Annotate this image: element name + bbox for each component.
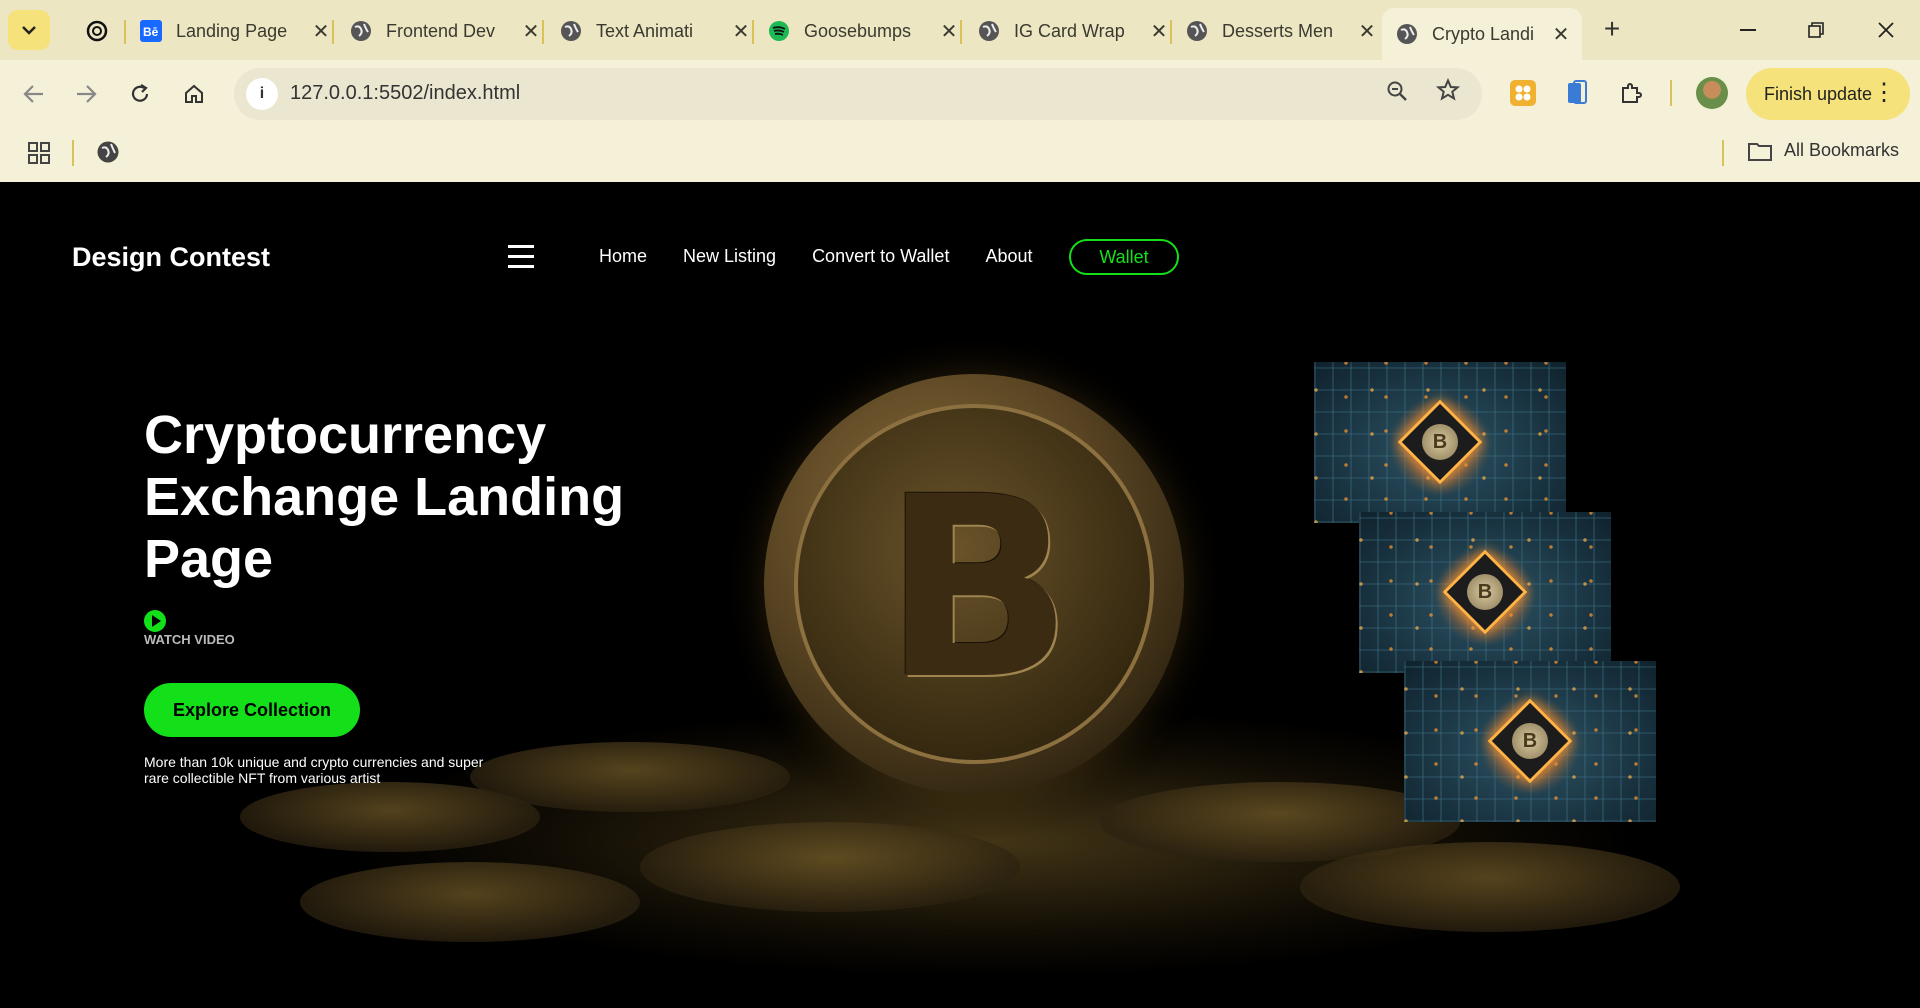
tab-text-animation[interactable]: Text Animati ✕ xyxy=(546,8,752,54)
bitcoin-symbol: B xyxy=(882,442,1074,734)
explore-collection-button[interactable]: Explore Collection xyxy=(144,683,360,737)
globe-icon xyxy=(350,20,372,42)
bookmarks-bar: All Bookmarks xyxy=(0,128,1920,182)
bitcoin-coin-face: B xyxy=(794,404,1154,764)
chatgpt-icon xyxy=(86,20,108,42)
close-icon[interactable]: ✕ xyxy=(1148,20,1170,43)
tab-title: Goosebumps xyxy=(804,20,912,41)
url-text[interactable]: 127.0.0.1:5502/index.html xyxy=(290,82,520,105)
close-window-icon[interactable] xyxy=(1864,12,1908,48)
watch-video-link[interactable]: WATCH VIDEO xyxy=(144,632,235,647)
extensions-puzzle-icon[interactable] xyxy=(1616,78,1646,108)
close-icon[interactable]: ✕ xyxy=(1356,20,1378,43)
globe-icon xyxy=(560,20,582,42)
site-info-icon[interactable]: i xyxy=(246,78,278,110)
tab-title: Desserts Men xyxy=(1222,20,1334,41)
play-icon[interactable] xyxy=(144,610,166,632)
tab-frontend-dev[interactable]: Frontend Dev ✕ xyxy=(336,8,542,54)
crypto-chip-image: B xyxy=(1404,661,1656,822)
wallet-button[interactable]: Wallet xyxy=(1069,239,1179,275)
nav-convert-to-wallet[interactable]: Convert to Wallet xyxy=(812,246,949,267)
reload-icon[interactable] xyxy=(122,76,158,112)
all-bookmarks-label: All Bookmarks xyxy=(1784,140,1900,160)
hero-title: Cryptocurrency Exchange Landing Page xyxy=(144,405,625,589)
tab-crypto-landing[interactable]: Crypto Landi ✕ xyxy=(1382,8,1582,60)
close-icon[interactable]: ✕ xyxy=(310,20,332,43)
bitcoin-symbol: B xyxy=(1467,574,1503,610)
close-icon[interactable]: ✕ xyxy=(1550,23,1572,46)
minimize-icon[interactable] xyxy=(1726,12,1770,48)
bitcoin-coin-image: B xyxy=(764,374,1184,794)
device-mirror-icon[interactable] xyxy=(1562,78,1592,108)
bookmark-star-icon[interactable] xyxy=(1435,77,1461,109)
background-coin xyxy=(1300,842,1680,932)
globe-icon xyxy=(978,20,1000,42)
tab-title: Frontend Dev xyxy=(386,20,496,41)
kebab-menu-icon[interactable]: ⋮ xyxy=(1872,78,1896,108)
tab-ig-card[interactable]: IG Card Wrap ✕ xyxy=(964,8,1170,54)
nav-home[interactable]: Home xyxy=(599,246,647,267)
globe-icon xyxy=(1186,20,1208,42)
home-icon[interactable] xyxy=(176,76,212,112)
tab-landing-page[interactable]: Bē Landing Page ✕ xyxy=(126,8,332,54)
main-nav: Home New Listing Convert to Wallet About xyxy=(599,246,1069,267)
new-tab-button[interactable]: + xyxy=(1596,14,1628,46)
tab-separator xyxy=(332,20,334,44)
browser-chrome: Bē Landing Page ✕ Frontend Dev ✕ Text An… xyxy=(0,0,1920,182)
finish-update-label: Finish update xyxy=(1764,83,1873,104)
crypto-chip-image: B xyxy=(1314,362,1566,523)
svg-text:Bē: Bē xyxy=(143,25,159,39)
site-brand[interactable]: Design Contest xyxy=(72,242,270,273)
hero-description: More than 10k unique and crypto currenci… xyxy=(144,754,484,786)
tab-chatgpt[interactable] xyxy=(72,8,122,54)
tab-title: IG Card Wrap xyxy=(1014,20,1125,41)
nav-about[interactable]: About xyxy=(985,246,1032,267)
zoom-icon[interactable] xyxy=(1386,80,1408,108)
tab-search-button[interactable] xyxy=(8,10,50,50)
folder-icon xyxy=(1748,141,1772,161)
tab-separator xyxy=(960,20,962,44)
toolbar: i 127.0.0.1:5502/index.html Finish updat… xyxy=(0,60,1920,128)
spotify-icon xyxy=(768,20,790,42)
globe-icon xyxy=(1396,23,1418,45)
tab-desserts-menu[interactable]: Desserts Men ✕ xyxy=(1172,8,1378,54)
globe-icon[interactable] xyxy=(96,140,120,164)
restore-icon[interactable] xyxy=(1794,12,1838,48)
bitcoin-symbol: B xyxy=(1422,424,1458,460)
tab-title: Crypto Landi xyxy=(1432,23,1535,44)
apps-grid-icon[interactable] xyxy=(26,140,52,166)
profile-avatar[interactable] xyxy=(1696,77,1728,109)
tab-title: Text Animati xyxy=(596,20,694,41)
tab-title: Landing Page xyxy=(176,20,288,41)
all-bookmarks-button[interactable]: All Bookmarks xyxy=(1748,140,1899,161)
address-bar[interactable]: i 127.0.0.1:5502/index.html xyxy=(234,68,1482,120)
background-coin xyxy=(470,742,790,812)
toolbar-separator xyxy=(1670,80,1672,106)
forward-icon[interactable] xyxy=(68,76,104,112)
chevron-down-icon xyxy=(22,26,36,35)
close-icon[interactable]: ✕ xyxy=(730,20,752,43)
behance-icon: Bē xyxy=(140,20,162,42)
crypto-chip-image: B xyxy=(1359,512,1611,673)
bitcoin-symbol: B xyxy=(1512,723,1548,759)
bookmarks-separator xyxy=(1722,140,1724,166)
tab-strip: Bē Landing Page ✕ Frontend Dev ✕ Text An… xyxy=(0,0,1920,60)
background-coin xyxy=(300,862,640,942)
finish-update-button[interactable]: Finish update ⋮ xyxy=(1746,68,1910,120)
bookmarks-separator xyxy=(72,140,74,166)
close-icon[interactable]: ✕ xyxy=(520,20,542,43)
nav-new-listing[interactable]: New Listing xyxy=(683,246,776,267)
page-viewport: B Design Contest Home New Listing Conver… xyxy=(0,182,1920,1008)
hamburger-menu-icon[interactable] xyxy=(508,245,534,269)
tab-separator xyxy=(542,20,544,44)
extension-icon[interactable] xyxy=(1508,78,1538,108)
tab-goosebumps[interactable]: Goosebumps ✕ xyxy=(754,8,960,54)
back-icon[interactable] xyxy=(16,76,52,112)
close-icon[interactable]: ✕ xyxy=(938,20,960,43)
background-coin xyxy=(640,822,1020,912)
